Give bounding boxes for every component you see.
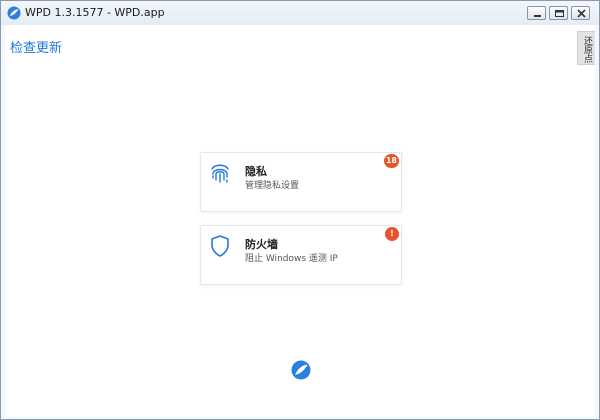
firewall-card-title: 防火墙 bbox=[245, 238, 278, 251]
window-title: WPD 1.3.1577 - WPD.app bbox=[25, 6, 165, 19]
shield-icon bbox=[211, 235, 229, 257]
privacy-card-subtitle: 管理隐私设置 bbox=[245, 181, 300, 191]
fingerprint-icon bbox=[211, 164, 229, 183]
firewall-card[interactable]: 防火墙 阻止 Windows 遥测 IP ! bbox=[200, 225, 402, 285]
minimize-icon bbox=[534, 15, 541, 17]
close-button[interactable] bbox=[571, 6, 590, 20]
restore-point-tab[interactable]: 还原点 bbox=[577, 31, 595, 65]
title-bar[interactable]: WPD 1.3.1577 - WPD.app bbox=[1, 1, 599, 25]
maximize-button[interactable] bbox=[549, 6, 568, 20]
minimize-button[interactable] bbox=[527, 6, 546, 20]
main-content: 检查更新 还原点 隐私 管理隐私设置 18 防火墙 阻止 Windows 遥测 … bbox=[5, 25, 595, 417]
close-icon bbox=[577, 9, 586, 18]
privacy-count-badge: 18 bbox=[383, 154, 399, 168]
maximize-icon bbox=[555, 10, 564, 17]
firewall-card-subtitle: 阻止 Windows 遥测 IP bbox=[245, 254, 338, 264]
wpd-logo-icon[interactable] bbox=[291, 360, 311, 380]
privacy-card[interactable]: 隐私 管理隐私设置 18 bbox=[200, 152, 402, 212]
privacy-card-title: 隐私 bbox=[245, 165, 267, 178]
app-window: WPD 1.3.1577 - WPD.app 检查更新 还原点 隐私 管理隐私设… bbox=[0, 0, 600, 420]
wpd-app-icon bbox=[7, 6, 21, 20]
firewall-warning-badge: ! bbox=[385, 227, 399, 241]
check-update-link[interactable]: 检查更新 bbox=[10, 37, 62, 56]
